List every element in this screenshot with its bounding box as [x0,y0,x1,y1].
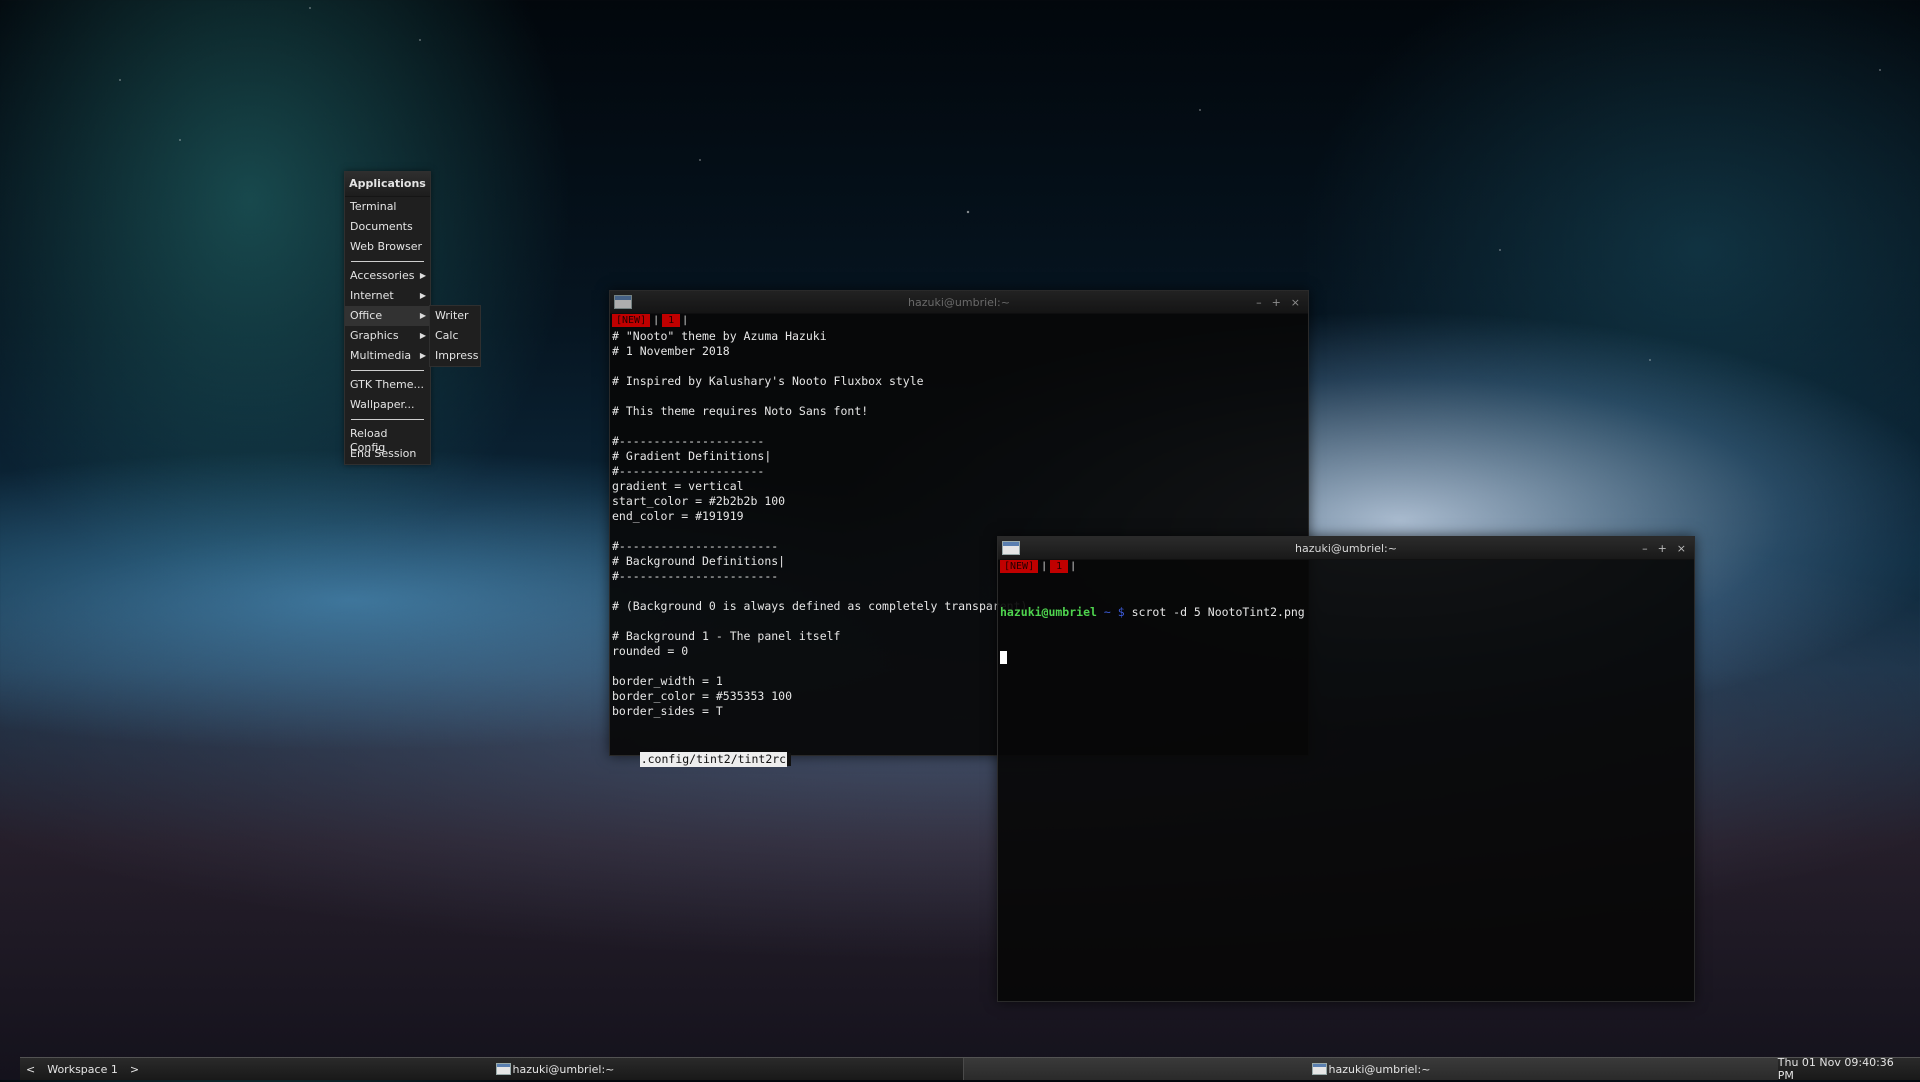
editor-line: #--------------------- [612,464,765,478]
shell-titlebar[interactable]: hazuki@umbriel:~ – + × [998,537,1694,560]
menu-title: Applications [345,172,430,197]
close-button[interactable]: × [1677,542,1686,555]
task-label: hazuki@umbriel:~ [1328,1062,1431,1076]
menu-item-multimedia[interactable]: Multimedia ▶ [345,346,430,366]
menu-separator [351,261,424,262]
menu-item-wallpaper[interactable]: Wallpaper... [345,395,430,415]
menu-item-documents[interactable]: Documents [345,217,430,237]
close-button[interactable]: × [1291,296,1300,309]
window-icon [614,295,632,309]
menu-item-end-session[interactable]: End Session [345,444,430,464]
shell-terminal-window[interactable]: hazuki@umbriel:~ – + × [NEW] | 1 | hazuk… [997,536,1695,1002]
applications-menu: Applications Terminal Documents Web Brow… [344,171,431,465]
prompt-path: ~ [1103,605,1111,619]
submenu-arrow-icon: ▶ [419,351,426,360]
taskbar: < Workspace 1 > hazuki@umbriel:~ hazuki@… [20,1056,1920,1082]
task-label: hazuki@umbriel:~ [512,1062,615,1076]
editor-line: #--------------------- [612,434,765,448]
taskbar-task-editor[interactable]: hazuki@umbriel:~ [147,1058,964,1080]
clock: Thu 01 Nov 09:40:36 PM [1777,1056,1894,1082]
cursor [787,753,792,766]
taskbar-task-shell[interactable]: hazuki@umbriel:~ [963,1058,1778,1080]
buffer-tabline: [NEW] | 1 | [998,560,1694,573]
maximize-button[interactable]: + [1658,542,1667,555]
tab-new[interactable]: [NEW] [1000,560,1039,573]
menu-separator [351,370,424,371]
buffer-tabline: [NEW] | 1 | [610,314,1308,327]
submenu-item-calc[interactable]: Calc [430,326,480,346]
cursor [1000,651,1007,664]
editor-line: # Gradient Definitions| [612,449,772,463]
menu-item-gtk-theme[interactable]: GTK Theme... [345,375,430,395]
workspace-switcher: < Workspace 1 > [20,1058,147,1080]
minimize-button[interactable]: – [1256,296,1262,309]
menu-separator [351,419,424,420]
editor-titlebar[interactable]: hazuki@umbriel:~ – + × [610,291,1308,314]
editor-line: gradient = vertical [612,479,744,493]
tab-new[interactable]: [NEW] [612,314,651,327]
minimize-button[interactable]: – [1642,542,1648,555]
editor-line: end_color = #191919 [612,509,744,523]
editor-line: # 1 November 2018 [612,344,730,358]
submenu-arrow-icon: ▶ [419,331,426,340]
menu-item-graphics[interactable]: Graphics ▶ [345,326,430,346]
menu-item-internet[interactable]: Internet ▶ [345,286,430,306]
window-icon [1002,541,1020,555]
window-title: hazuki@umbriel:~ [1295,541,1397,555]
editor-line: # This theme requires Noto Sans font! [612,404,869,418]
prompt-symbol: $ [1117,605,1125,619]
office-submenu: Writer Calc Impress [429,305,481,367]
command-text: scrot -d 5 NootoTint2.png [1131,605,1305,619]
prev-workspace-button[interactable]: < [20,1063,41,1076]
workspace-label[interactable]: Workspace 1 [41,1063,124,1076]
menu-item-office[interactable]: Office ▶ [345,306,430,326]
shell-content[interactable]: hazuki@umbriel ~ $ scrot -d 5 NootoTint2… [998,573,1694,697]
tab-1[interactable]: 1 [662,314,681,327]
submenu-item-writer[interactable]: Writer [430,306,480,326]
window-icon [1311,1063,1327,1075]
menu-item-terminal[interactable]: Terminal [345,197,430,217]
menu-item-reload-config[interactable]: Reload Config [345,424,430,454]
maximize-button[interactable]: + [1272,296,1281,309]
editor-line: # "Nooto" theme by Azuma Hazuki [612,329,827,343]
prompt-user: hazuki@umbriel [1000,605,1097,619]
submenu-arrow-icon: ▶ [419,271,426,280]
submenu-item-impress[interactable]: Impress [430,346,480,366]
next-workspace-button[interactable]: > [124,1063,145,1076]
window-icon [495,1063,511,1075]
editor-line: # Inspired by Kalushary's Nooto Fluxbox … [612,374,924,388]
tab-1[interactable]: 1 [1050,560,1069,573]
menu-item-web-browser[interactable]: Web Browser [345,237,430,257]
editor-line: start_color = #2b2b2b 100 [612,494,786,508]
status-filename: .config/tint2/tint2rc [639,752,788,767]
menu-item-accessories[interactable]: Accessories ▶ [345,266,430,286]
submenu-arrow-icon: ▶ [419,311,426,320]
submenu-arrow-icon: ▶ [419,291,426,300]
window-title: hazuki@umbriel:~ [908,295,1010,309]
